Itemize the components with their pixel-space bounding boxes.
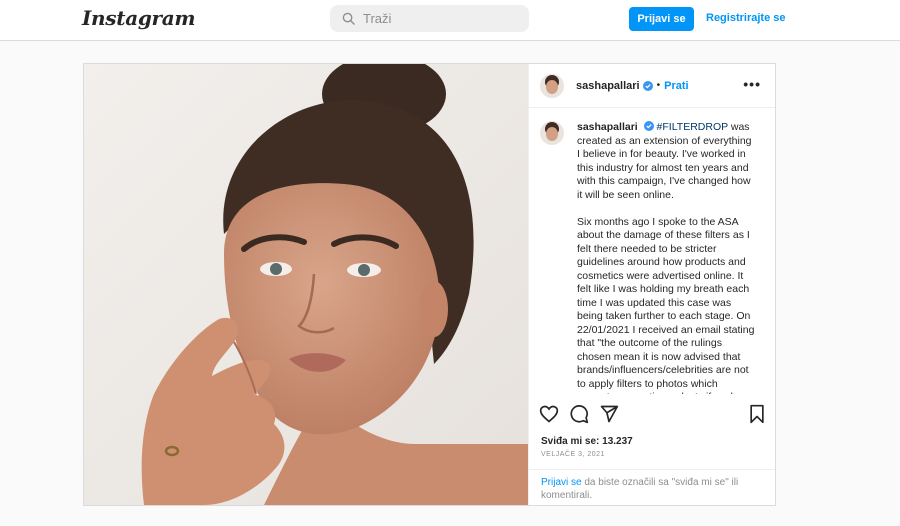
more-icon[interactable]: ••• bbox=[743, 77, 761, 91]
caption-avatar[interactable] bbox=[540, 121, 564, 145]
portrait-image bbox=[84, 64, 528, 505]
share-icon[interactable] bbox=[599, 404, 619, 424]
follow-button[interactable]: Prati bbox=[664, 80, 688, 92]
action-bar bbox=[529, 400, 775, 430]
caption-area[interactable]: sashapallari #FILTERDROP was created as … bbox=[529, 109, 775, 394]
caption-username[interactable]: sashapallari bbox=[577, 121, 638, 133]
search-box[interactable] bbox=[330, 5, 529, 32]
search-icon bbox=[342, 12, 355, 25]
top-nav: Instagram Prijavi se Registrirajte se bbox=[0, 0, 900, 41]
comment-icon[interactable] bbox=[569, 404, 589, 424]
signup-link[interactable]: Registrirajte se bbox=[706, 12, 785, 24]
heart-icon[interactable] bbox=[539, 404, 559, 424]
login-prompt: Prijavi se da biste označili sa "sviđa m… bbox=[529, 469, 775, 505]
post-card: sashapallari • Prati ••• sashapallari #F… bbox=[83, 63, 776, 506]
verified-icon bbox=[643, 121, 654, 131]
username-link[interactable]: sashapallari bbox=[576, 80, 640, 92]
verified-icon bbox=[642, 80, 653, 91]
caption-text: was created as an extension of everythin… bbox=[577, 121, 755, 394]
avatar[interactable] bbox=[540, 73, 564, 98]
post-photo[interactable] bbox=[84, 64, 528, 505]
post-side-panel: sashapallari • Prati ••• sashapallari #F… bbox=[528, 64, 775, 505]
search-input[interactable] bbox=[363, 11, 513, 26]
login-link[interactable]: Prijavi se bbox=[541, 477, 582, 488]
separator-dot: • bbox=[656, 80, 661, 91]
post-header: sashapallari • Prati ••• bbox=[529, 64, 775, 108]
avatar-image bbox=[540, 121, 564, 145]
bookmark-icon[interactable] bbox=[747, 404, 767, 424]
post-caption: sashapallari #FILTERDROP was created as … bbox=[577, 121, 757, 394]
post-date: VELJAČE 3, 2021 bbox=[541, 451, 605, 458]
hashtag-link[interactable]: #FILTERDROP bbox=[657, 121, 728, 133]
likes-count[interactable]: Sviđa mi se: 13.237 bbox=[541, 436, 633, 447]
instagram-logo[interactable]: Instagram bbox=[82, 6, 196, 30]
avatar-image bbox=[540, 73, 564, 98]
login-button[interactable]: Prijavi se bbox=[629, 7, 694, 31]
